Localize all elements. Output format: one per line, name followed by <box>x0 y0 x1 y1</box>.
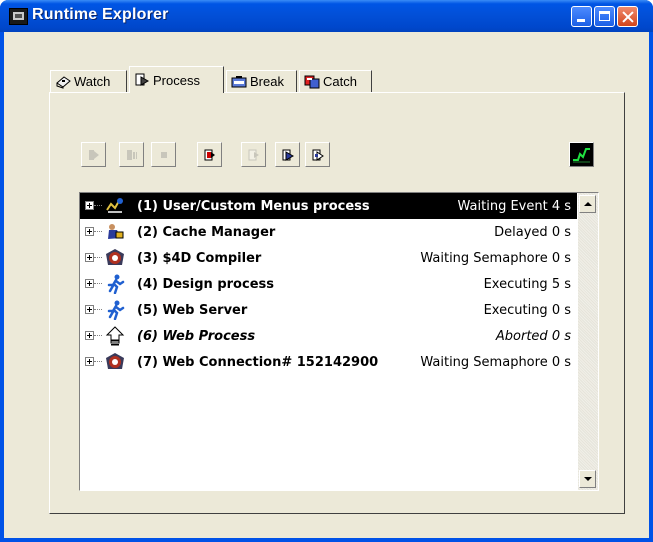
expand-toggle[interactable] <box>85 357 94 366</box>
process-name: (5) Web Server <box>137 303 248 318</box>
tab-process[interactable]: Process <box>129 66 224 93</box>
maximize-button[interactable] <box>594 6 615 27</box>
tab-catch[interactable]: Catch <box>299 70 372 92</box>
process-row[interactable]: (4) Design process Executing 5 s <box>80 271 577 297</box>
debug-process-button[interactable] <box>305 142 330 167</box>
stop-icon <box>160 151 167 158</box>
process-list[interactable]: (1) User/Custom Menus process Waiting Ev… <box>79 192 599 491</box>
resume-process-button[interactable] <box>81 142 106 167</box>
title-bar[interactable]: Runtime Explorer <box>0 0 653 32</box>
app-icon <box>9 8 28 25</box>
hide-icon <box>248 149 259 160</box>
process-row[interactable]: (5) Web Server Executing 0 s <box>80 297 577 323</box>
process-state: Executing 0 s <box>483 303 571 318</box>
process-row[interactable]: (2) Cache Manager Delayed 0 s <box>80 219 577 245</box>
process-name: (4) Design process <box>137 277 274 292</box>
expand-toggle[interactable] <box>85 331 94 340</box>
vertical-scrollbar[interactable] <box>578 193 598 490</box>
runner-icon <box>107 300 125 320</box>
aborted-icon <box>105 326 125 346</box>
process-name: (3) $4D Compiler <box>137 251 262 266</box>
abort-process-button[interactable] <box>151 142 176 167</box>
scroll-down-button[interactable] <box>579 470 596 488</box>
compiler-icon <box>106 353 124 369</box>
watch-icon <box>56 75 71 89</box>
resume-icon <box>88 149 99 160</box>
tab-process-label: Process <box>153 72 200 88</box>
close-button[interactable] <box>617 6 638 27</box>
process-state: Executing 5 s <box>483 277 571 292</box>
expand-toggle[interactable] <box>85 227 94 236</box>
trace-process-button[interactable] <box>275 142 300 167</box>
activity-monitor-icon <box>570 143 593 166</box>
debug-icon <box>312 149 324 161</box>
tab-catch-label: Catch <box>323 74 357 89</box>
tab-watch[interactable]: Watch <box>50 70 127 92</box>
compiler-icon <box>106 249 124 265</box>
activity-monitor-button[interactable] <box>569 142 594 167</box>
process-row[interactable]: (7) Web Connection# 152142900 Waiting Se… <box>80 349 577 375</box>
process-name: (7) Web Connection# 152142900 <box>137 355 379 370</box>
process-state: Delayed 0 s <box>494 225 571 240</box>
cache-manager-icon <box>108 224 124 239</box>
minimize-button[interactable] <box>571 6 592 27</box>
scroll-up-button[interactable] <box>579 195 596 213</box>
expand-toggle[interactable] <box>85 253 94 262</box>
process-name: (6) Web Process <box>137 329 256 344</box>
user-menus-icon <box>105 196 125 216</box>
trace-icon <box>282 149 294 161</box>
process-state: Aborted 0 s <box>495 329 571 344</box>
process-name: (1) User/Custom Menus process <box>137 199 370 214</box>
show-icon <box>204 149 215 160</box>
tab-break[interactable]: Break <box>226 70 297 92</box>
hide-process-button[interactable] <box>241 142 266 167</box>
break-icon <box>231 75 247 87</box>
process-name: (2) Cache Manager <box>137 225 276 240</box>
show-process-button[interactable] <box>197 142 222 167</box>
pause-icon <box>126 149 137 160</box>
expand-toggle[interactable] <box>85 279 94 288</box>
expand-toggle[interactable] <box>85 305 94 314</box>
expand-toggle[interactable] <box>85 201 94 210</box>
pause-process-button[interactable] <box>119 142 144 167</box>
tab-break-label: Break <box>250 74 284 89</box>
tab-watch-label: Watch <box>74 74 111 89</box>
process-row[interactable]: (3) $4D Compiler Waiting Semaphore 0 s <box>80 245 577 271</box>
process-icon <box>135 73 150 86</box>
runtime-explorer-window: Runtime Explorer Watch Process Break Cat… <box>0 0 653 542</box>
process-state: Waiting Semaphore 0 s <box>420 355 571 370</box>
process-state: Waiting Semaphore 0 s <box>420 251 571 266</box>
process-row[interactable]: (1) User/Custom Menus process Waiting Ev… <box>80 193 577 219</box>
window-title: Runtime Explorer <box>32 6 169 23</box>
catch-icon <box>304 75 320 88</box>
process-state: Waiting Event 4 s <box>457 199 571 214</box>
process-row[interactable]: (6) Web Process Aborted 0 s <box>80 323 577 349</box>
runner-icon <box>107 274 125 294</box>
